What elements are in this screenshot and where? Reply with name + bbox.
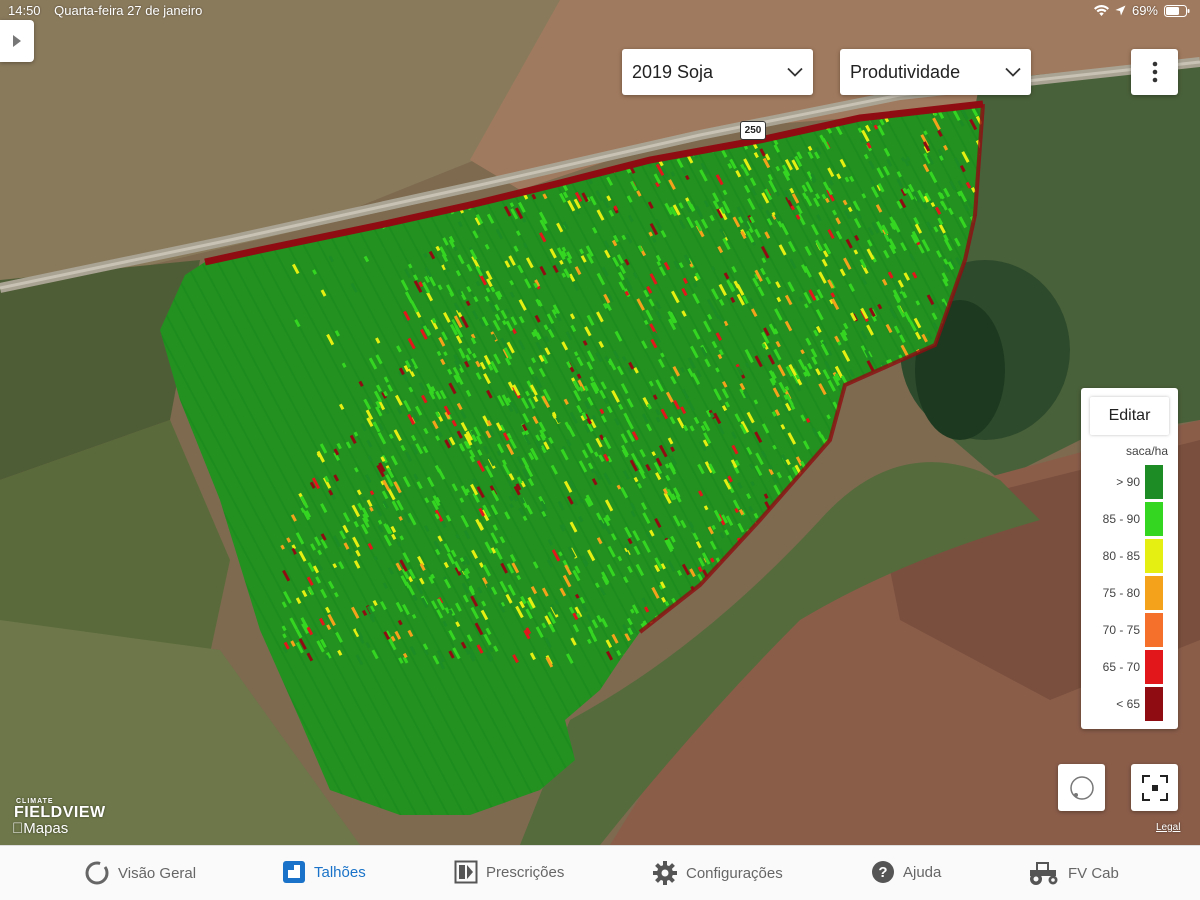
- legend-label: > 90: [1116, 475, 1140, 489]
- legend-label: 65 - 70: [1102, 660, 1140, 674]
- legend-swatch: [1145, 465, 1163, 499]
- tab-fv-cab[interactable]: FV Cab: [1028, 860, 1119, 886]
- legend-label: 85 - 90: [1102, 512, 1140, 526]
- tab-visao-geral[interactable]: Visão Geral: [84, 860, 196, 886]
- legend-row: < 65: [1081, 686, 1178, 723]
- legend-swatch: [1145, 687, 1163, 721]
- legal-link[interactable]: Legal: [1156, 822, 1180, 833]
- location-arrow-icon: [1115, 5, 1126, 16]
- tab-label: Ajuda: [903, 863, 942, 881]
- tractor-icon: [1030, 862, 1058, 885]
- more-options-button[interactable]: [1131, 49, 1178, 95]
- tab-ajuda[interactable]: ? Ajuda: [871, 860, 941, 884]
- road-shield-label: 250: [744, 125, 762, 136]
- layer-dropdown-value: Produtividade: [850, 61, 961, 82]
- battery-icon: [1164, 4, 1190, 17]
- satellite-imagery: [0, 0, 1200, 845]
- tab-label: Talhões: [314, 863, 366, 881]
- tab-label: Configurações: [686, 864, 783, 882]
- legend-row: 70 - 75: [1081, 612, 1178, 649]
- season-dropdown-value: 2019 Soja: [632, 61, 714, 82]
- yield-legend: Editar saca/ha > 90 85 - 90 80 - 85 75 -…: [1081, 388, 1178, 729]
- gear-icon: [653, 861, 677, 885]
- edit-legend-button[interactable]: Editar: [1090, 397, 1169, 435]
- maps-label: Mapas: [12, 820, 68, 837]
- sidebar-toggle-button[interactable]: [0, 20, 34, 62]
- field-icon: [283, 861, 305, 883]
- tab-bar: Visão Geral Talhões Prescrições Configur…: [0, 845, 1200, 900]
- overview-ring-icon: [85, 861, 109, 885]
- fullscreen-icon: [1141, 774, 1168, 801]
- legend-row: 65 - 70: [1081, 649, 1178, 686]
- legend-label: < 65: [1116, 697, 1140, 711]
- tab-label: Prescrições: [486, 863, 565, 881]
- legend-swatch: [1145, 650, 1163, 684]
- legend-row: 85 - 90: [1081, 501, 1178, 538]
- season-dropdown[interactable]: 2019 Soja: [622, 49, 813, 95]
- tab-talhoes[interactable]: Talhões: [282, 860, 366, 884]
- layer-dropdown[interactable]: Produtividade: [840, 49, 1031, 95]
- tab-prescricoes[interactable]: Prescrições: [454, 860, 564, 884]
- legend-swatch: [1145, 502, 1163, 536]
- tab-label: Visão Geral: [118, 864, 197, 882]
- status-date: Quarta-feira 27 de janeiro: [54, 3, 203, 18]
- legend-label: 75 - 80: [1102, 586, 1140, 600]
- legend-swatch: [1145, 576, 1163, 610]
- legend-swatch: [1145, 539, 1163, 573]
- fullscreen-button[interactable]: [1131, 764, 1178, 811]
- compass-button[interactable]: [1058, 764, 1105, 811]
- more-vertical-icon: [1152, 61, 1157, 83]
- chevron-down-icon: [787, 67, 803, 77]
- legend-row: > 90: [1081, 464, 1178, 501]
- compass-icon: [1069, 775, 1094, 800]
- svg-text:?: ?: [878, 864, 887, 881]
- battery-percent: 69%: [1131, 3, 1158, 18]
- status-time: 14:50: [8, 3, 41, 18]
- tab-label: FV Cab: [1068, 864, 1119, 882]
- prescription-icon: [454, 860, 478, 884]
- legend-row: 80 - 85: [1081, 538, 1178, 575]
- legend-label: 80 - 85: [1102, 549, 1140, 563]
- tab-configuracoes[interactable]: Configurações: [652, 860, 783, 886]
- road-shield: 250: [740, 121, 766, 140]
- yield-map[interactable]: 250: [0, 0, 1200, 845]
- legend-row: 75 - 80: [1081, 575, 1178, 612]
- legend-unit: saca/ha: [1125, 444, 1168, 458]
- help-icon: ?: [872, 861, 894, 883]
- play-arrow-icon: [13, 35, 21, 47]
- chevron-down-icon: [1005, 67, 1021, 77]
- legend-label: 70 - 75: [1102, 623, 1140, 637]
- wifi-icon: [1093, 4, 1109, 16]
- status-bar: 14:50 Quarta-feira 27 de janeiro 69%: [0, 0, 1200, 22]
- legend-swatch: [1145, 613, 1163, 647]
